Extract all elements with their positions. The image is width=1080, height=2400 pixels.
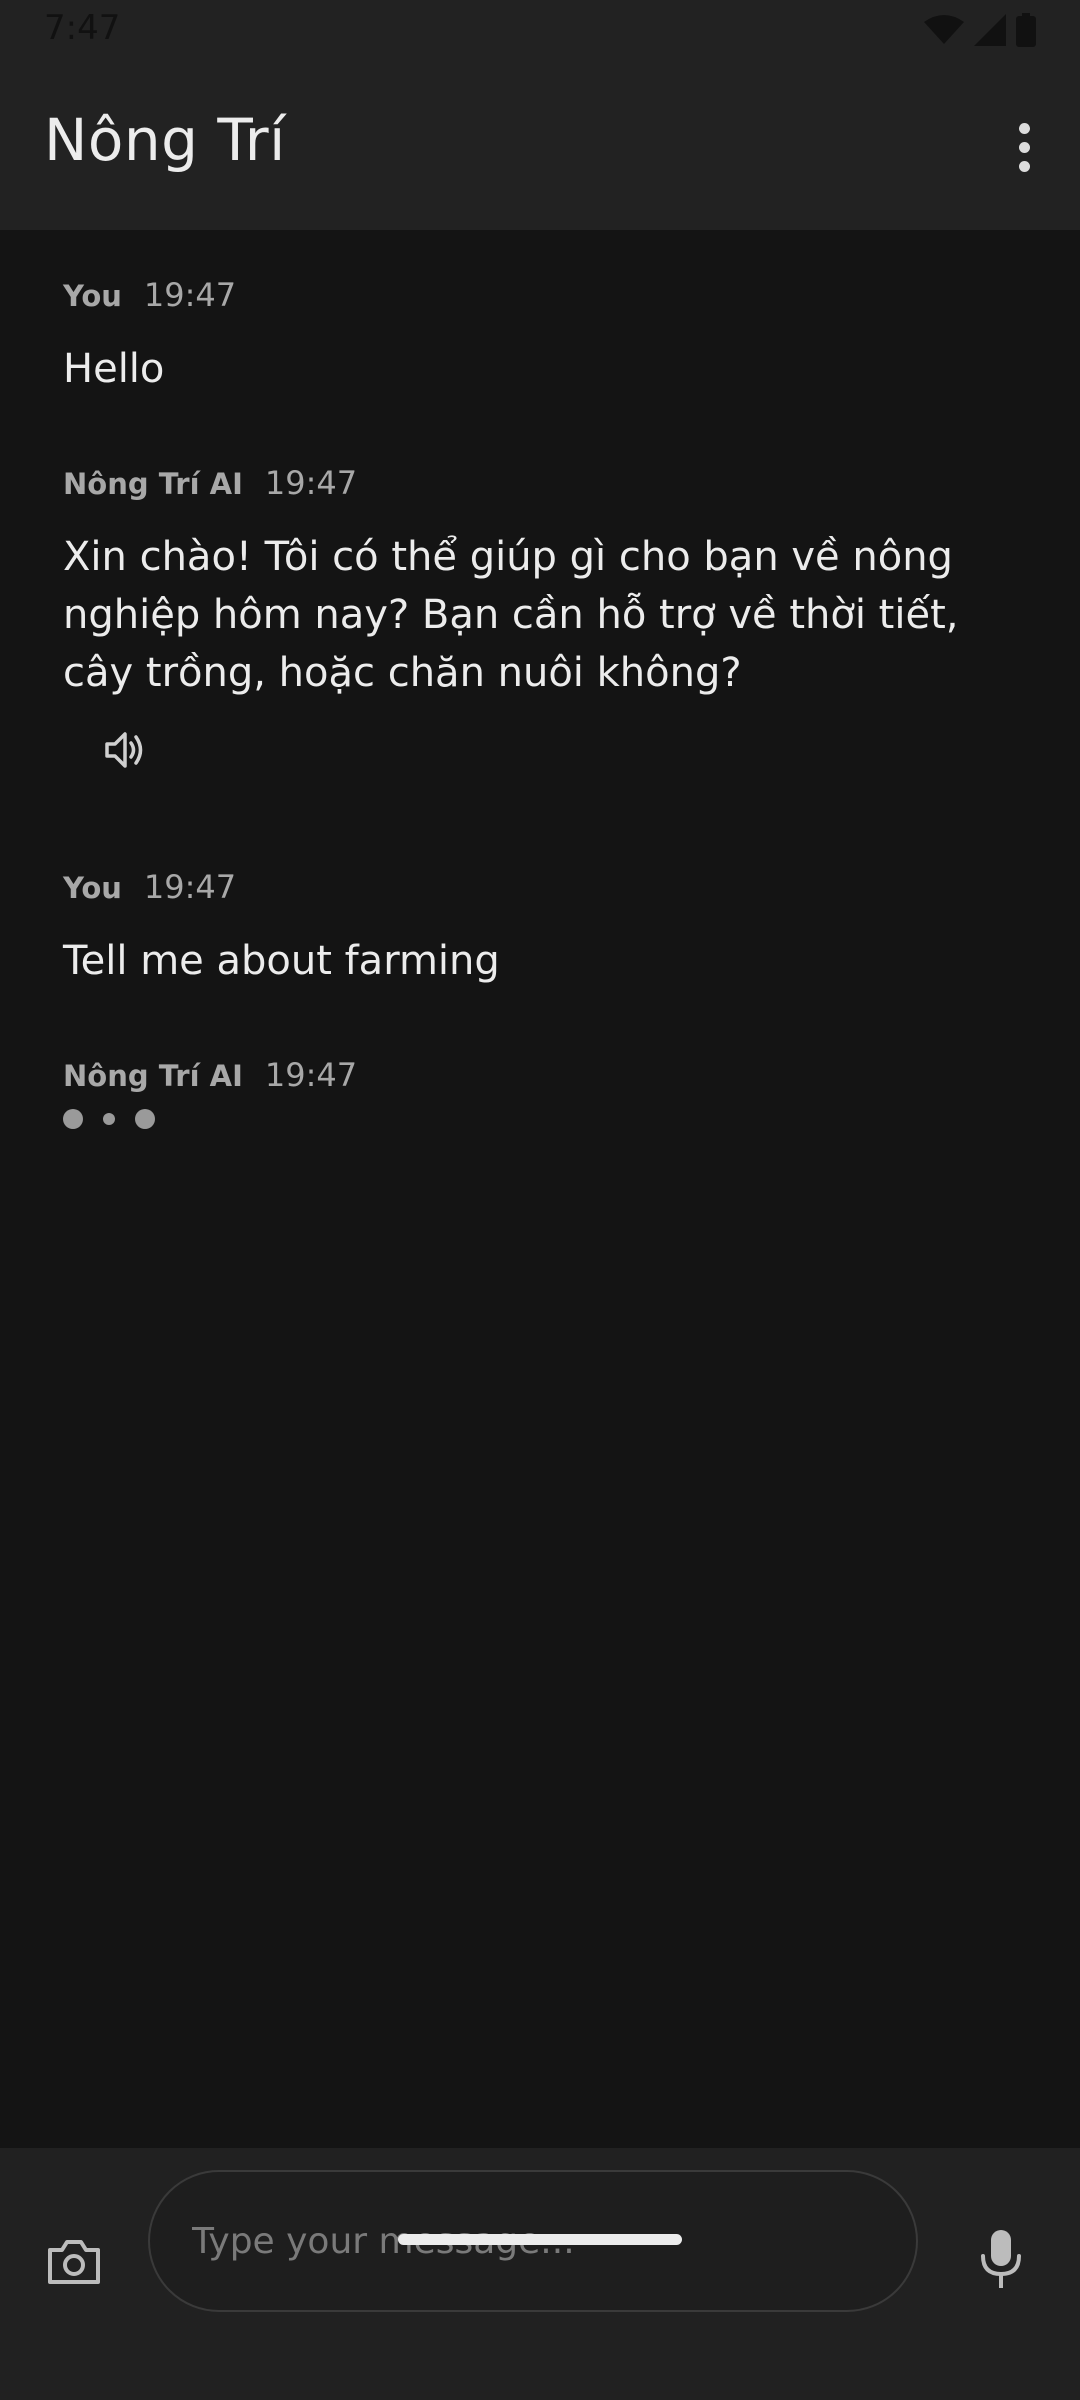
message-time: 19:47 — [264, 1056, 358, 1094]
menu-dot — [1018, 141, 1030, 153]
camera-icon[interactable] — [44, 2232, 104, 2292]
message-text: Tell me about farming — [63, 938, 500, 984]
menu-dot — [1018, 122, 1030, 134]
status-time: 7:47 — [44, 8, 121, 48]
message-time: 19:47 — [143, 276, 237, 314]
message-header: You 19:47 — [63, 868, 983, 908]
message-sender: Nông Trí AI — [63, 467, 243, 501]
app-bar: Nông Trí — [0, 62, 1080, 230]
signal-icon — [974, 14, 1006, 50]
message-header: Nông Trí AI 19:47 — [63, 464, 983, 504]
battery-icon — [1016, 13, 1036, 51]
message-time: 19:47 — [264, 464, 358, 502]
more-vert-icon[interactable] — [1002, 112, 1046, 182]
input-bar — [0, 2148, 1080, 2400]
typing-dot — [135, 1109, 155, 1129]
message-assistant-typing: Nông Trí AI 19:47 — [63, 1056, 983, 1134]
menu-dot — [1018, 160, 1030, 172]
typing-dot — [63, 1109, 83, 1129]
message-sender: You — [63, 279, 122, 313]
speaker-icon[interactable] — [103, 728, 147, 772]
status-bar: 7:47 — [0, 0, 1080, 62]
message-time: 19:47 — [143, 868, 237, 906]
message-header: Nông Trí AI 19:47 — [63, 1056, 983, 1096]
message-text: Hello — [63, 346, 165, 392]
microphone-icon[interactable] — [976, 2228, 1026, 2292]
message-assistant: Nông Trí AI 19:47 Xin chào! Tôi có thể g… — [63, 464, 983, 772]
message-sender: You — [63, 871, 122, 905]
message-header: You 19:47 — [63, 276, 983, 316]
chat-area[interactable]: You 19:47 Hello Nông Trí AI 19:47 Xin ch… — [0, 230, 1080, 2148]
home-indicator[interactable] — [398, 2234, 682, 2245]
message-sender: Nông Trí AI — [63, 1059, 243, 1093]
typing-indicator — [63, 1104, 983, 1134]
message-text: Xin chào! Tôi có thể giúp gì cho bạn về … — [63, 534, 959, 696]
app-title: Nông Trí — [44, 106, 286, 174]
wifi-icon — [924, 14, 964, 50]
message-user: You 19:47 Tell me about farming — [63, 868, 983, 990]
message-user: You 19:47 Hello — [63, 276, 983, 398]
status-icons — [924, 13, 1036, 51]
typing-dot — [103, 1113, 115, 1125]
